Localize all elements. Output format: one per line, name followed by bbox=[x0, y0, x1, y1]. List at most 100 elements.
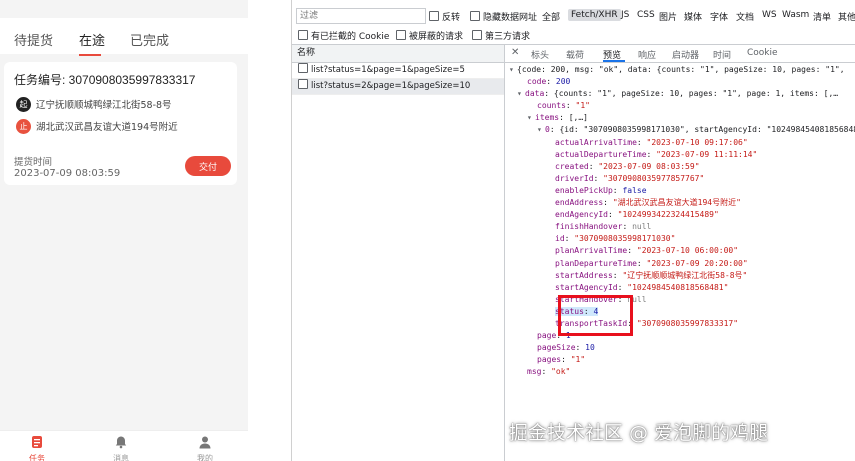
third-party-checkbox[interactable]: 第三方请求 bbox=[472, 29, 530, 42]
json-item0-node[interactable]: ▾ 0: {id: "3070908035998171030", startAge… bbox=[505, 124, 855, 136]
json-value: "2023-07-10 06:00:00" bbox=[636, 246, 739, 256]
json-value: "2023-07-09 08:03:59" bbox=[598, 161, 700, 171]
request-row[interactable]: list?status=1&page=1&pageSize=5 bbox=[292, 63, 504, 79]
nav-item-messages[interactable]: 消息 bbox=[101, 435, 141, 461]
tab-timing[interactable]: 时间 bbox=[713, 48, 731, 61]
json-items-node[interactable]: ▾ items: [,…] bbox=[505, 112, 855, 124]
request-name: list?status=2&page=1&pageSize=10 bbox=[311, 81, 471, 91]
expand-triangle-icon[interactable]: ▾ bbox=[537, 124, 545, 136]
json-root[interactable]: ▾ {code: 200, msg: "ok", data: {counts: "… bbox=[505, 64, 855, 76]
nav-item-mine[interactable]: 我的 bbox=[185, 435, 225, 461]
type-filter-js[interactable]: JS bbox=[621, 10, 629, 20]
request-row-checkbox[interactable] bbox=[298, 63, 308, 73]
bottom-nav: 任务 消息 我的 bbox=[0, 430, 248, 461]
pickup-time-value: 2023-07-09 08:03:59 bbox=[14, 168, 121, 179]
json-line: counts: "1" bbox=[537, 101, 590, 111]
start-address: 辽宁抚顺顺城鸭绿江北街58-8号 bbox=[36, 100, 172, 111]
json-line: startAgencyId: "1024984540818568481" bbox=[555, 282, 729, 292]
json-line: planArrivalTime: "2023-07-10 06:00:00" bbox=[555, 246, 739, 256]
active-detail-tab-indicator bbox=[603, 60, 625, 62]
request-row-checkbox[interactable] bbox=[298, 79, 308, 89]
tab-in-transit[interactable]: 在途 bbox=[79, 30, 105, 49]
nav-label-tasks: 任务 bbox=[29, 454, 45, 461]
json-line: finishHandover: null bbox=[555, 222, 652, 232]
request-row-selected[interactable]: list?status=2&page=1&pageSize=10 bbox=[292, 79, 504, 95]
blocked-cookie-box[interactable] bbox=[298, 30, 308, 40]
tab-completed[interactable]: 已完成 bbox=[130, 30, 169, 49]
detail-tabs: ✕ 标头 载荷 预览 响应 启动器 时间 Cookie bbox=[505, 45, 855, 63]
expand-triangle-icon[interactable]: ▾ bbox=[509, 64, 517, 76]
tab-initiator[interactable]: 启动器 bbox=[672, 48, 699, 61]
invert-checkbox[interactable]: 反转 bbox=[429, 10, 460, 23]
type-filter-media[interactable]: 媒体 bbox=[684, 10, 702, 23]
type-filter-doc[interactable]: 文档 bbox=[736, 10, 754, 23]
status-highlight-box bbox=[558, 295, 633, 336]
json-line: id: "3070908035998171030" bbox=[555, 234, 676, 244]
json-value: null bbox=[632, 222, 652, 232]
json-line: pageSize: 10 bbox=[537, 343, 595, 353]
deliver-button[interactable]: 交付 bbox=[185, 156, 231, 176]
json-line: pages: "1" bbox=[537, 355, 586, 365]
nav-item-tasks[interactable]: 任务 bbox=[17, 435, 57, 461]
invert-checkbox-box[interactable] bbox=[429, 11, 439, 21]
type-filter-manifest[interactable]: 清单 bbox=[813, 10, 831, 23]
blocked-requests-box[interactable] bbox=[396, 30, 406, 40]
request-name: list?status=1&page=1&pageSize=5 bbox=[311, 65, 465, 75]
hide-data-urls-checkbox[interactable]: 隐藏数据网址 bbox=[470, 10, 537, 23]
network-filter-bar: 反转 隐藏数据网址 全部 Fetch/XHR JS CSS 图片 媒体 字体 文… bbox=[292, 0, 855, 45]
start-address-row: 起 辽宁抚顺顺城鸭绿江北街58-8号 bbox=[16, 96, 172, 112]
json-value: "3070908035997833317" bbox=[636, 318, 739, 328]
third-party-box[interactable] bbox=[472, 30, 482, 40]
watermark: 掘金技术社区 @ 爱泡脚的鸡腿 bbox=[509, 422, 769, 444]
tab-pending-pickup[interactable]: 待提货 bbox=[14, 30, 53, 49]
filter-input[interactable] bbox=[296, 8, 426, 24]
json-line: created: "2023-07-09 08:03:59" bbox=[555, 161, 700, 171]
close-icon[interactable]: ✕ bbox=[511, 47, 519, 58]
json-line: actualDepartureTime: "2023-07-09 11:11:1… bbox=[555, 149, 758, 159]
json-root-summary: {code: 200, msg: "ok", data: {counts: "1… bbox=[517, 65, 845, 74]
type-filter-css[interactable]: CSS bbox=[637, 10, 655, 20]
type-filter-other[interactable]: 其他 bbox=[838, 10, 855, 23]
json-value: "1024993422324415489" bbox=[617, 210, 719, 220]
json-counts-value: "1" bbox=[575, 101, 590, 111]
tab-payload[interactable]: 载荷 bbox=[566, 48, 584, 61]
json-line: endAddress: "湖北武汉武昌友谊大道194号附近" bbox=[555, 198, 741, 208]
blocked-cookie-checkbox[interactable]: 有已拦截的 Cookie bbox=[298, 29, 389, 42]
type-filter-all[interactable]: 全部 bbox=[542, 10, 560, 23]
expand-triangle-icon[interactable]: ▾ bbox=[517, 88, 525, 100]
tab-headers[interactable]: 标头 bbox=[531, 48, 549, 61]
blocked-requests-label: 被屏蔽的请求 bbox=[409, 32, 464, 42]
nav-label-messages: 消息 bbox=[113, 454, 129, 461]
type-filter-wasm[interactable]: Wasm bbox=[782, 10, 809, 20]
hide-data-urls-box[interactable] bbox=[470, 11, 480, 21]
json-line: startAddress: "辽宁抚顺顺城鸭绿江北街58-8号" bbox=[555, 270, 748, 280]
end-address: 湖北武汉武昌友谊大道194号附近 bbox=[36, 122, 178, 133]
user-icon bbox=[199, 436, 211, 449]
blocked-requests-checkbox[interactable]: 被屏蔽的请求 bbox=[396, 29, 463, 42]
name-column-header[interactable]: 名称 bbox=[292, 45, 504, 63]
request-list-panel: 名称 list?status=1&page=1&pageSize=5 list?… bbox=[292, 45, 505, 461]
json-data-node[interactable]: ▾ data: {counts: "1", pageSize: 10, pages… bbox=[505, 88, 855, 100]
bell-icon bbox=[115, 436, 127, 449]
request-detail-panel: ✕ 标头 载荷 预览 响应 启动器 时间 Cookie ▾ {code: 200,… bbox=[505, 45, 855, 461]
json-value: "2023-07-09 11:11:14" bbox=[656, 149, 758, 159]
json-value: "湖北武汉武昌友谊大道194号附近" bbox=[612, 198, 741, 208]
type-filter-ws[interactable]: WS bbox=[762, 10, 777, 20]
json-value: "2023-07-10 09:17:06" bbox=[646, 137, 748, 147]
tab-cookie[interactable]: Cookie bbox=[747, 48, 778, 58]
start-badge: 起 bbox=[16, 96, 31, 112]
json-line: driverId: "3070908035977857767" bbox=[555, 173, 705, 183]
json-line: actualArrivalTime: "2023-07-10 09:17:06" bbox=[555, 137, 748, 147]
end-badge: 止 bbox=[16, 118, 31, 134]
type-filter-image[interactable]: 图片 bbox=[659, 10, 677, 23]
tab-response[interactable]: 响应 bbox=[638, 48, 656, 61]
third-party-label: 第三方请求 bbox=[485, 32, 531, 42]
json-value: "1" bbox=[570, 355, 586, 365]
json-line: enablePickUp: false bbox=[555, 185, 647, 195]
type-filter-font[interactable]: 字体 bbox=[710, 10, 728, 23]
type-filter-fetch-xhr[interactable]: Fetch/XHR bbox=[568, 9, 621, 21]
json-line: code: 200 bbox=[527, 77, 571, 87]
json-item0-summary: {id: "3070908035998171030", startAgencyI… bbox=[559, 125, 855, 135]
order-card[interactable]: 任务编号: 3070908035997833317 起 辽宁抚顺顺城鸭绿江北街5… bbox=[4, 62, 237, 185]
expand-triangle-icon[interactable]: ▾ bbox=[527, 112, 535, 124]
